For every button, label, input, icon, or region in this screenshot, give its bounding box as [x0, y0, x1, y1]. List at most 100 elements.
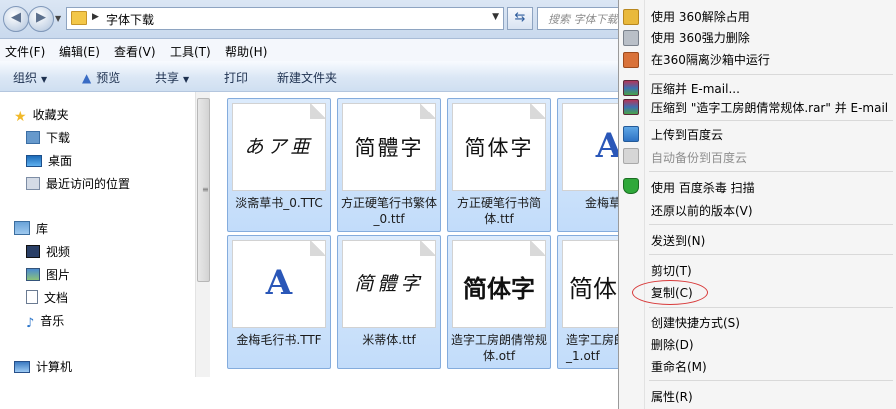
menu-item-force-delete-360[interactable]: 使用 360强力删除 [651, 29, 750, 46]
unlock-360-icon [623, 9, 639, 25]
nav-scrollbar[interactable]: ≡ [195, 92, 210, 377]
shredder-icon [623, 30, 639, 46]
menu-item-compress-rar-email[interactable]: 压缩到 "造字工房朗倩常规体.rar" 并 E-mail [651, 99, 888, 116]
file-item[interactable]: 简體字 方正硬笔行书繁体_0.ttf [337, 98, 441, 232]
menu-separator [649, 171, 893, 172]
file-item[interactable]: A 金梅毛行书.TTF [227, 235, 331, 369]
breadcrumb-arrow-icon[interactable]: ▶ [92, 12, 99, 22]
font-thumbnail: A [232, 240, 326, 328]
print-button[interactable]: 打印 [224, 69, 248, 86]
breadcrumb-current[interactable]: 字体下载 [106, 11, 154, 28]
highlight-oval [632, 280, 708, 305]
nav-item-computer[interactable]: 计算机 [14, 358, 72, 378]
address-dropdown-icon[interactable]: ▼ [492, 12, 499, 22]
menu-separator [649, 307, 893, 308]
menu-file[interactable]: 文件(F) [5, 43, 45, 60]
desktop-icon [26, 155, 42, 167]
libraries-icon [14, 221, 30, 235]
nav-label: 桌面 [48, 154, 73, 168]
menu-separator [649, 120, 893, 121]
file-item[interactable]: 简體字 米蒂体.ttf [337, 235, 441, 369]
new-folder-button[interactable]: 新建文件夹 [277, 69, 337, 86]
menu-item-delete[interactable]: 删除(D) [651, 336, 694, 353]
nav-item-videos[interactable]: 视频 [26, 243, 70, 263]
search-input[interactable]: 搜索 字体下载 [537, 7, 631, 30]
menu-item-auto-backup-baidu: 自动备份到百度云 [651, 151, 748, 165]
pictures-icon [26, 268, 40, 281]
nav-item-favorites[interactable]: ★ 收藏夹 [14, 106, 69, 126]
menu-item-upload-baidu[interactable]: 上传到百度云 [651, 126, 723, 143]
preview-label: 预览 [96, 71, 121, 85]
address-bar: ◀ ▶ ▼ ▶ 字体下载 ▼ ⇆ 搜索 字体下载 [0, 0, 631, 39]
refresh-button[interactable]: ⇆ [507, 7, 533, 30]
file-name: 方正硬笔行书繁体_0.ttf [340, 196, 437, 226]
recent-pages-dropdown-icon[interactable]: ▼ [55, 14, 61, 23]
back-arrow-icon: ◀ [11, 10, 21, 25]
menu-separator [649, 74, 893, 75]
font-thumbnail: 简体 [562, 240, 620, 328]
menu-item-unlock-360[interactable]: 使用 360解除占用 [651, 8, 750, 25]
preview-button[interactable]: ▲ 预览 [82, 69, 124, 86]
menu-tools[interactable]: 工具(T) [170, 43, 211, 60]
baidu-cloud-icon [623, 148, 639, 164]
menu-help[interactable]: 帮助(H) [225, 43, 267, 60]
file-item[interactable]: 简体字 方正硬笔行书简体.ttf [447, 98, 551, 232]
search-placeholder: 搜索 字体下载 [548, 13, 618, 26]
command-bar: 组织 ▼ ▲ 预览 共享 ▼ 打印 新建文件夹 [0, 61, 620, 92]
menu-item-properties[interactable]: 属性(R) [651, 388, 693, 405]
back-button[interactable]: ◀ [3, 6, 29, 32]
nav-item-downloads[interactable]: 下载 [26, 129, 70, 149]
computer-icon [14, 361, 30, 373]
menu-edit[interactable]: 编辑(E) [59, 43, 100, 60]
menu-item-sandbox-360[interactable]: 在360隔离沙箱中运行 [651, 51, 770, 68]
nav-item-pictures[interactable]: 图片 [26, 266, 70, 286]
file-item[interactable]: A 金梅草行 [557, 98, 620, 232]
menu-view[interactable]: 查看(V) [114, 43, 156, 60]
nav-item-music[interactable]: ♪ 音乐 [26, 312, 64, 332]
menu-item-send-to[interactable]: 发送到(N) [651, 232, 705, 249]
refresh-icon: ⇆ [514, 10, 526, 25]
nav-label: 视频 [46, 245, 71, 259]
share-button[interactable]: 共享 ▼ [155, 69, 189, 86]
menu-separator [649, 254, 893, 255]
nav-scrollbar-thumb[interactable]: ≡ [197, 98, 210, 282]
menu-item-rename[interactable]: 重命名(M) [651, 358, 707, 375]
menu-item-create-shortcut[interactable]: 创建快捷方式(S) [651, 314, 740, 331]
downloads-folder-icon [26, 131, 40, 144]
menu-item-cut[interactable]: 剪切(T) [651, 262, 692, 279]
menu-item-restore-previous[interactable]: 还原以前的版本(V) [651, 202, 753, 219]
menu-item-baidu-scan[interactable]: 使用 百度杀毒 扫描 [651, 179, 755, 196]
file-name: 造字工房朗倩常规体_1.otf [566, 333, 620, 363]
shield-icon [623, 178, 639, 194]
address-field[interactable]: ▶ 字体下载 ▼ [66, 7, 504, 30]
font-preview-text: 简体 [569, 275, 617, 303]
nav-item-documents[interactable]: 文档 [26, 289, 68, 309]
folder-icon [71, 11, 87, 25]
file-item[interactable]: 简体 造字工房朗倩常规体_1.otf [557, 235, 620, 369]
font-preview-text: 简体字 [464, 136, 534, 160]
forward-button[interactable]: ▶ [28, 6, 54, 32]
font-thumbnail: あア亜 [232, 103, 326, 191]
file-item[interactable]: あア亜 淡斋草书_0.TTC [227, 98, 331, 232]
grip-icon: ≡ [202, 185, 209, 194]
file-item[interactable]: 简体字 造字工房朗倩常规体.otf [447, 235, 551, 369]
nav-label: 图片 [46, 268, 71, 282]
font-thumbnail: 简体字 [452, 103, 546, 191]
nav-label: 计算机 [36, 360, 73, 374]
nav-label: 收藏夹 [32, 108, 69, 122]
navigation-pane: ★ 收藏夹 下载 桌面 最近访问的位置 库 视频 图片 文档 ♪ 音乐 计算机 [0, 92, 210, 377]
organize-button[interactable]: 组织 ▼ [13, 69, 47, 86]
nav-label: 库 [36, 222, 49, 236]
nav-item-desktop[interactable]: 桌面 [26, 152, 72, 172]
menu-item-compress-email[interactable]: 压缩并 E-mail... [651, 80, 740, 97]
recent-places-icon [26, 177, 40, 190]
menu-icon-gutter [644, 0, 645, 409]
context-menu: 使用 360解除占用 使用 360强力删除 在360隔离沙箱中运行 压缩并 E-… [618, 0, 896, 409]
font-preview-text: 简体字 [463, 275, 535, 303]
file-name: 金梅毛行书.TTF [236, 333, 322, 347]
nav-item-libraries[interactable]: 库 [14, 220, 48, 240]
file-list: あア亜 淡斋草书_0.TTC 简體字 方正硬笔行书繁体_0.ttf 简体字 方正… [212, 92, 620, 377]
music-note-icon: ♪ [26, 316, 35, 331]
nav-item-recent[interactable]: 最近访问的位置 [26, 175, 130, 195]
caret-down-icon: ▼ [41, 75, 48, 84]
